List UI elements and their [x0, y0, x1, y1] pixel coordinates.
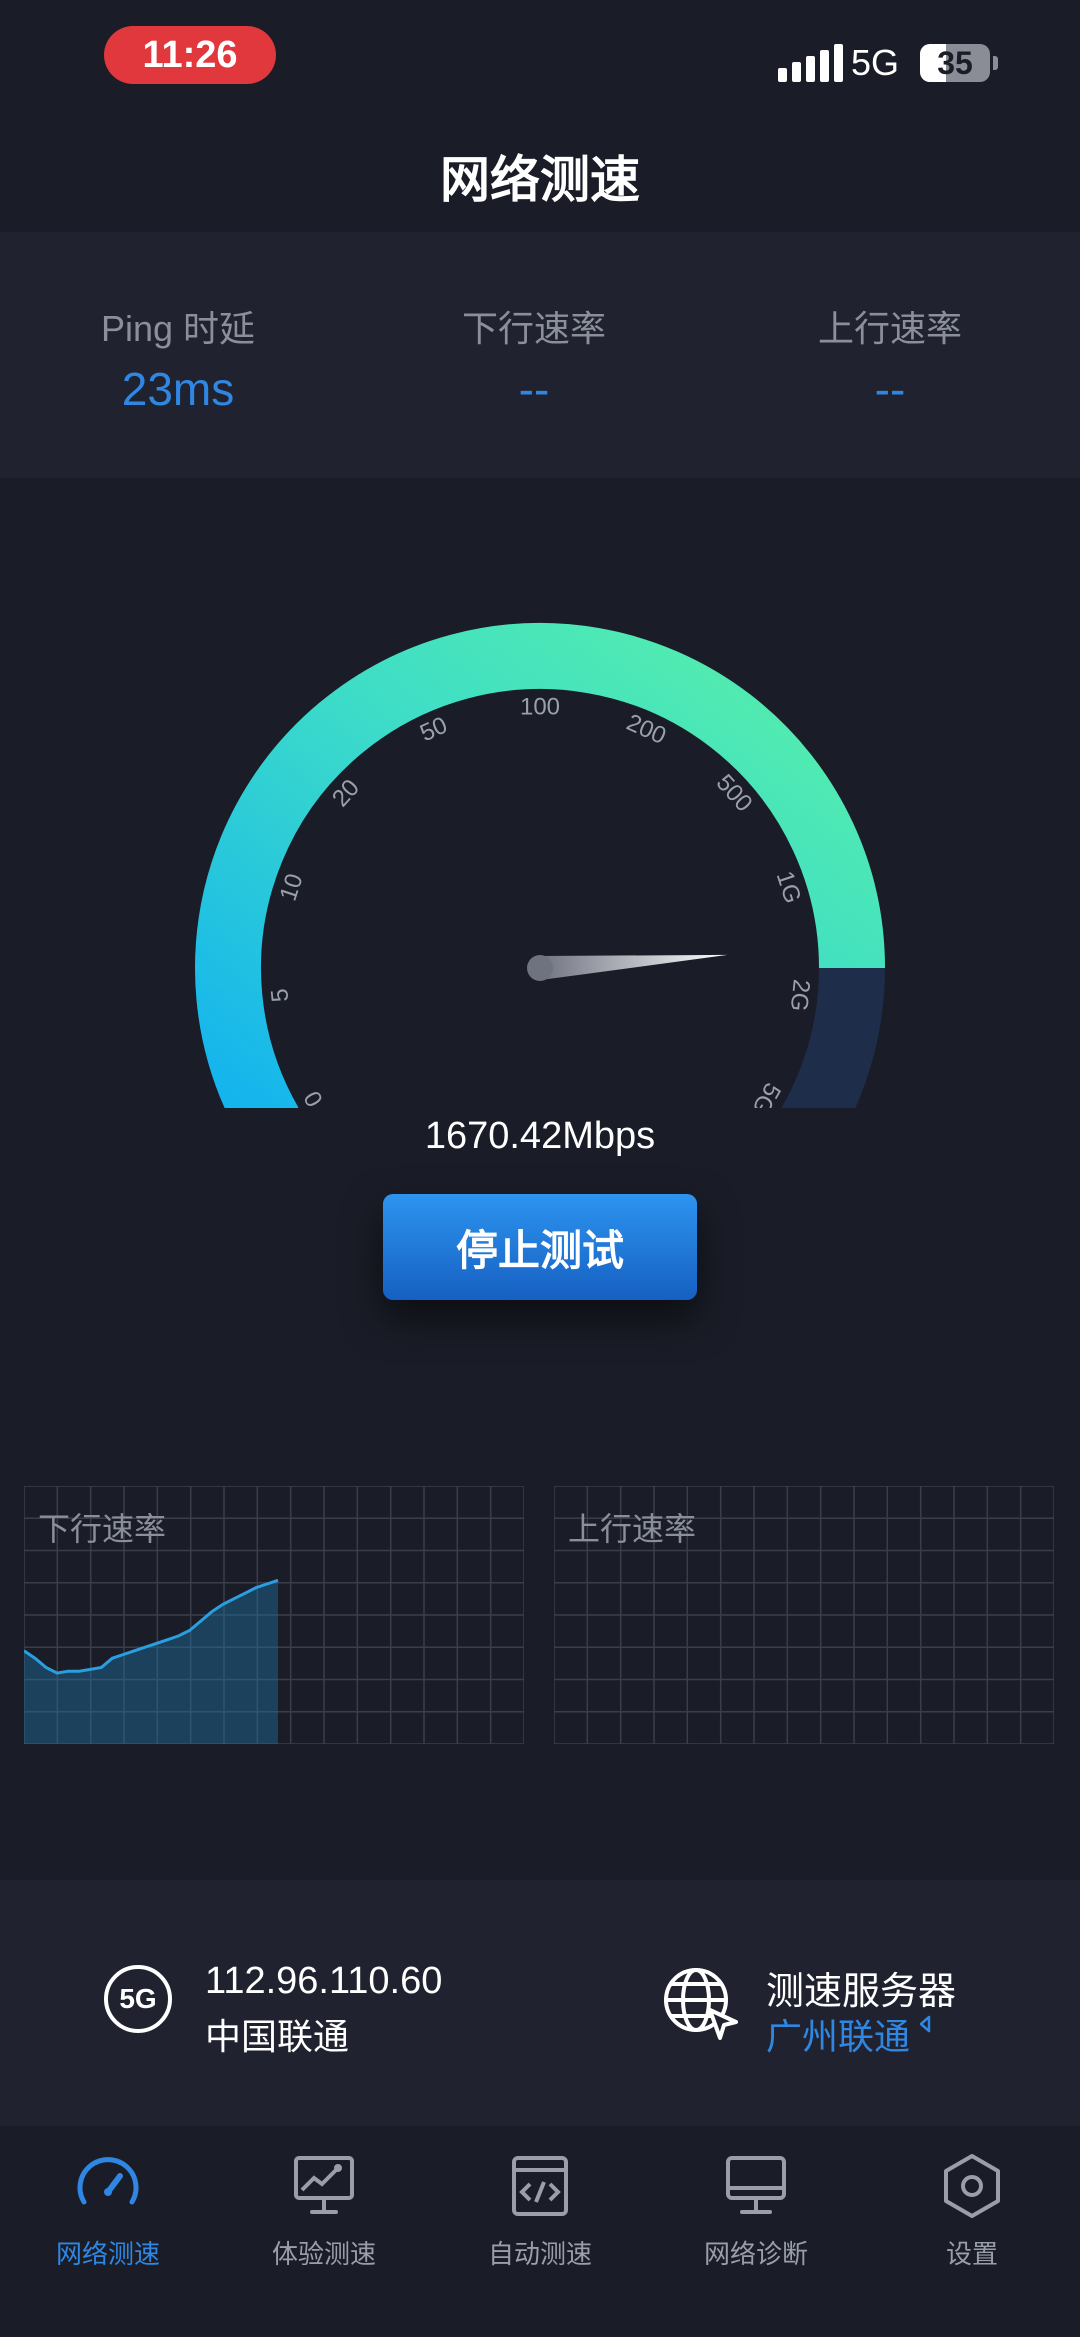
server-name[interactable]: 广州联通	[766, 2008, 910, 2060]
globe-cursor-icon[interactable]	[660, 1962, 740, 2042]
gauge-scale-label: 5G	[747, 1078, 786, 1108]
download-chart: 下行速率	[23, 1485, 525, 1745]
gauge-scale-label: 5	[266, 987, 294, 1003]
ip-address: 112.96.110.60	[205, 1960, 443, 2002]
chart-monitor-icon	[294, 2156, 354, 2214]
monitor-icon	[726, 2156, 786, 2214]
gauge-scale-label: 1G	[771, 868, 807, 907]
connection-info: 5G 112.96.110.60 中国联通 测速服务器 广州联通	[0, 1880, 1080, 2126]
gauge-arc-progress	[195, 623, 885, 1108]
download-chart-label: 下行速率	[38, 1511, 167, 1547]
carrier-name: 中国联通	[205, 2016, 350, 2057]
stop-test-button[interactable]: 停止测试	[383, 1194, 697, 1300]
metrics-panel: Ping 时延 23ms 下行速率 -- 上行速率 --	[0, 232, 1080, 478]
nav-item-speed-test[interactable]: 网络测速	[0, 2150, 216, 2271]
nav-label: 网络测速	[55, 2239, 160, 2269]
gauge-scale-label: 50	[416, 712, 451, 748]
gauge-scale-label: 0	[299, 1086, 329, 1108]
nav-label: 设置	[945, 2239, 998, 2269]
nav-item-settings[interactable]: 设置	[864, 2150, 1080, 2271]
gauge-arc-remaining	[781, 967, 885, 1108]
speed-reading: 1670.42Mbps	[424, 1115, 656, 1157]
nav-label: 自动测速	[487, 2239, 592, 2269]
ping-metric: Ping 时延 23ms	[28, 300, 328, 416]
speedometer-icon	[77, 2157, 139, 2205]
battery-level: 35	[937, 45, 973, 81]
page-title: 网络测速	[440, 152, 640, 208]
code-window-icon	[512, 2156, 568, 2216]
nav-item-auto-test[interactable]: 自动测速	[432, 2150, 648, 2271]
download-value: --	[518, 363, 550, 415]
upload-label: 上行速率	[817, 308, 962, 349]
nav-item-diagnosis[interactable]: 网络诊断	[648, 2150, 864, 2271]
nav-item-experience-test[interactable]: 体验测速	[216, 2150, 432, 2271]
upload-chart: 上行速率	[553, 1485, 1055, 1745]
battery-tip	[993, 56, 998, 70]
upload-metric: 上行速率 --	[740, 300, 1040, 416]
download-metric: 下行速率 --	[384, 300, 684, 416]
bottom-nav: 网络测速 体验测速 自动测速 网络诊断 设置	[0, 2126, 1080, 2337]
ping-value: 23ms	[121, 363, 235, 415]
speed-gauge: 051020501002005001G2G5G	[195, 623, 885, 1108]
network-type: 5G	[851, 42, 900, 83]
signal-icon	[778, 44, 843, 82]
download-area	[24, 1580, 278, 1744]
ping-label: Ping 时延	[100, 308, 256, 349]
network-badge-icon: 5G	[104, 1965, 172, 2033]
hexagon-gear-icon	[944, 2154, 1000, 2218]
gauge-scale-label: 10	[275, 870, 309, 904]
upload-value: --	[874, 363, 906, 415]
status-time: 11:26	[104, 26, 276, 84]
upload-chart-label: 上行速率	[568, 1511, 697, 1547]
nav-label: 体验测速	[271, 2239, 376, 2269]
gauge-scale-label: 2G	[785, 978, 815, 1013]
needle-hub	[527, 955, 553, 981]
caret-left-icon[interactable]	[918, 2014, 932, 2034]
server-title: 测速服务器	[766, 1971, 957, 2013]
download-label: 下行速率	[461, 308, 606, 349]
gauge-scale-label: 100	[520, 693, 560, 720]
battery-icon: 35	[920, 44, 990, 82]
nav-label: 网络诊断	[703, 2239, 808, 2269]
gauge-needle-icon	[539, 954, 728, 980]
